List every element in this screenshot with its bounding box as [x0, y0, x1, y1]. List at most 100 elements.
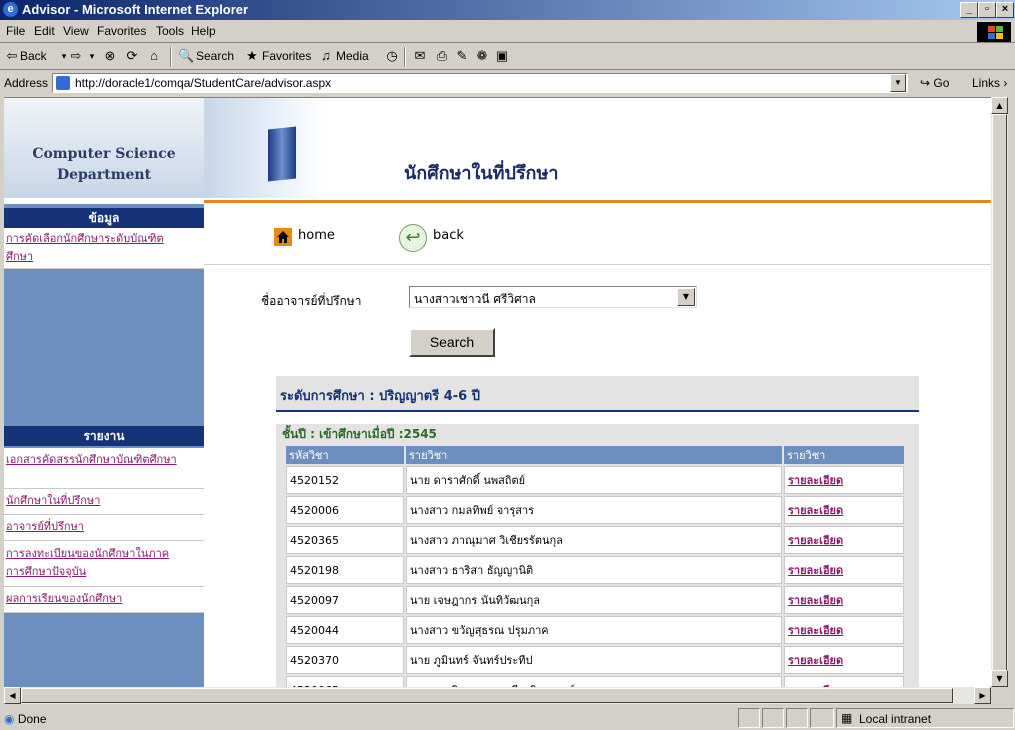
scroll-down-arrow-icon[interactable]: ▼	[991, 670, 1008, 687]
status-text: ◉ Done	[4, 712, 47, 726]
detail-link[interactable]: รายละเอียด	[788, 474, 843, 487]
close-button[interactable]: ×	[996, 2, 1014, 18]
address-label: Address	[4, 76, 49, 90]
page-title: นักศึกษาในที่ปรึกษา	[404, 163, 559, 184]
links-button[interactable]: Links ›	[972, 76, 1007, 90]
back-link[interactable]: back	[433, 228, 464, 243]
favorites-toolbar-label[interactable]: Favorites	[262, 49, 311, 63]
search-button[interactable]: Search	[409, 328, 495, 357]
scroll-up-arrow-icon[interactable]: ▲	[991, 97, 1008, 114]
student-id-cell: 4520044	[286, 616, 404, 644]
department-name: Computer Science Department	[32, 146, 176, 183]
sidebar-item-advisors[interactable]: อาจารย์ที่ปรึกษา	[6, 518, 84, 536]
go-label: Go	[933, 76, 950, 90]
col-header-name: รายวิชา	[406, 446, 782, 464]
links-label: Links	[972, 76, 1001, 90]
student-name-cell: นางสาว กมลทิพย์ จารุสาร	[406, 496, 782, 524]
scroll-left-arrow-icon[interactable]: ◀	[4, 687, 21, 704]
stop-icon[interactable]: ⊗	[102, 48, 118, 64]
chevron-down-icon[interactable]: ▾	[84, 48, 100, 64]
mail-icon[interactable]: ✉	[412, 48, 428, 64]
detail-link[interactable]: รายละเอียด	[788, 534, 843, 547]
address-url[interactable]: http://doracle1/comqa/StudentCare/adviso…	[75, 76, 331, 90]
nav-divider	[204, 264, 991, 265]
detail-link[interactable]: รายละเอียด	[788, 504, 843, 517]
menu-edit[interactable]: Edit	[34, 24, 55, 38]
media-icon[interactable]: ♫	[318, 48, 334, 64]
horizontal-scrollbar[interactable]: ◀ ▶	[4, 687, 991, 704]
messenger-icon[interactable]: ▣	[494, 48, 510, 64]
col-header-detail: รายวิชา	[784, 446, 904, 464]
horizontal-scroll-thumb[interactable]	[21, 688, 953, 703]
table-row: 4520097 นาย เจษฎากร นันทิวัฒนกุล รายละเอีย…	[286, 586, 904, 614]
sidebar-report-block-2: นักศึกษาในที่ปรึกษา	[4, 489, 204, 515]
detail-link[interactable]: รายละเอียด	[788, 564, 843, 577]
detail-cell: รายละเอียด	[784, 556, 904, 584]
sidebar: ข้อมูล การคัดเลือกนักศึกษาระดับบัณฑิตศึก…	[4, 204, 204, 688]
student-id-cell: 4520198	[286, 556, 404, 584]
dropdown-arrow-icon[interactable]: ▼	[677, 288, 695, 306]
sidebar-item-registration[interactable]: การลงทะเบียนของนักศึกษาในภาคการศึกษาปัจจ…	[6, 545, 186, 581]
home-icon[interactable]	[274, 228, 292, 246]
sidebar-item-advisees[interactable]: นักศึกษาในที่ปรึกษา	[6, 492, 100, 510]
restore-button[interactable]: ▫	[978, 2, 996, 18]
sidebar-item-grad-documents[interactable]: เอกสารคัดสรรนักศึกษาบัณฑิตศึกษา	[6, 451, 186, 469]
student-name-cell: นาย เจษฎากร นันทิวัฒนกุล	[406, 586, 782, 614]
back-label[interactable]: Back	[20, 49, 47, 63]
favorites-icon[interactable]: ★	[244, 48, 260, 64]
address-input[interactable]: http://doracle1/comqa/StudentCare/adviso…	[52, 73, 908, 93]
menu-help[interactable]: Help	[191, 24, 216, 38]
detail-link[interactable]: รายละเอียด	[788, 594, 843, 607]
detail-cell: รายละเอียด	[784, 586, 904, 614]
status-done-label: Done	[17, 712, 47, 726]
sidebar-report-block-4: การลงทะเบียนของนักศึกษาในภาคการศึกษาปัจจ…	[4, 541, 204, 587]
ie-icon: e	[3, 2, 18, 17]
print-icon[interactable]: ⎙	[434, 48, 450, 64]
student-id-cell: 4520006	[286, 496, 404, 524]
header-book-image	[204, 98, 324, 198]
page-done-icon: ◉	[4, 712, 15, 726]
menu-bar: File Edit View Favorites Tools Help	[0, 20, 1015, 43]
year-section: ชั้นปี : เข้าศึกษาเมื่อปี :2545 รหัสวิชา…	[276, 424, 919, 688]
scroll-right-arrow-icon[interactable]: ▶	[974, 687, 991, 704]
search-toolbar-label[interactable]: Search	[196, 49, 234, 63]
menu-favorites[interactable]: Favorites	[97, 24, 146, 38]
menu-tools[interactable]: Tools	[156, 24, 184, 38]
table-row: 4520370 นาย ภูมินทร์ จันทร์ประทีป รายละเอี…	[286, 646, 904, 674]
go-button[interactable]: ↪ Go	[920, 76, 949, 90]
detail-cell: รายละเอียด	[784, 616, 904, 644]
edit-icon[interactable]: ✎	[454, 48, 470, 64]
vertical-scroll-thumb[interactable]	[992, 114, 1007, 672]
discuss-icon[interactable]: ❁	[474, 48, 490, 64]
search-icon[interactable]: 🔍	[178, 48, 194, 64]
refresh-icon[interactable]: ⟳	[124, 48, 140, 64]
detail-cell: รายละเอียด	[784, 496, 904, 524]
security-zone: ▦ Local intranet	[836, 708, 1014, 728]
table-row: 4520152 นาย ดาราศักดิ์ นพสถิตย์ รายละเอียด	[286, 466, 904, 494]
table-row: 4520198 นางสาว ธาริสา ธัญญานิติ รายละเอียด	[286, 556, 904, 584]
back-arrow-icon[interactable]: ↩	[399, 224, 427, 252]
home-link[interactable]: home	[298, 228, 335, 243]
window-title: Advisor - Microsoft Internet Explorer	[22, 2, 249, 17]
advisor-select[interactable]: นางสาวเชาวนี ศรีวิศาล ▼	[409, 286, 697, 308]
back-arrow-icon[interactable]: ⇦	[4, 48, 20, 64]
media-toolbar-label[interactable]: Media	[336, 49, 369, 63]
menu-view[interactable]: View	[63, 24, 89, 38]
minimize-button[interactable]: _	[960, 2, 978, 18]
student-id-cell: 4520370	[286, 646, 404, 674]
history-icon[interactable]: ◷	[384, 48, 400, 64]
table-row: 4520044 นางสาว ขวัญสุธรณ ปรุมภาค รายละเอีย…	[286, 616, 904, 644]
address-bar: Address http://doracle1/comqa/StudentCar…	[0, 70, 1015, 96]
sidebar-report-heading: รายงาน	[4, 426, 204, 446]
detail-link[interactable]: รายละเอียด	[788, 624, 843, 637]
sidebar-item-grad-selection[interactable]: การคัดเลือกนักศึกษาระดับบัณฑิตศึกษา	[6, 230, 176, 266]
home-icon[interactable]: ⌂	[146, 48, 162, 64]
menu-file[interactable]: File	[6, 24, 25, 38]
sidebar-item-grades[interactable]: ผลการเรียนของนักศึกษา	[6, 590, 122, 608]
detail-link[interactable]: รายละเอียด	[788, 654, 843, 667]
advisor-selected-value: นางสาวเชาวนี ศรีวิศาล	[414, 292, 536, 306]
vertical-scrollbar[interactable]: ▲ ▼	[991, 97, 1008, 687]
address-dropdown-arrow-icon[interactable]: ▼	[890, 74, 906, 92]
forward-arrow-icon[interactable]: ⇨	[68, 48, 84, 64]
table-row: 4520365 นางสาว ภาณุมาศ วิเชียรรัตนกุล รายล…	[286, 526, 904, 554]
